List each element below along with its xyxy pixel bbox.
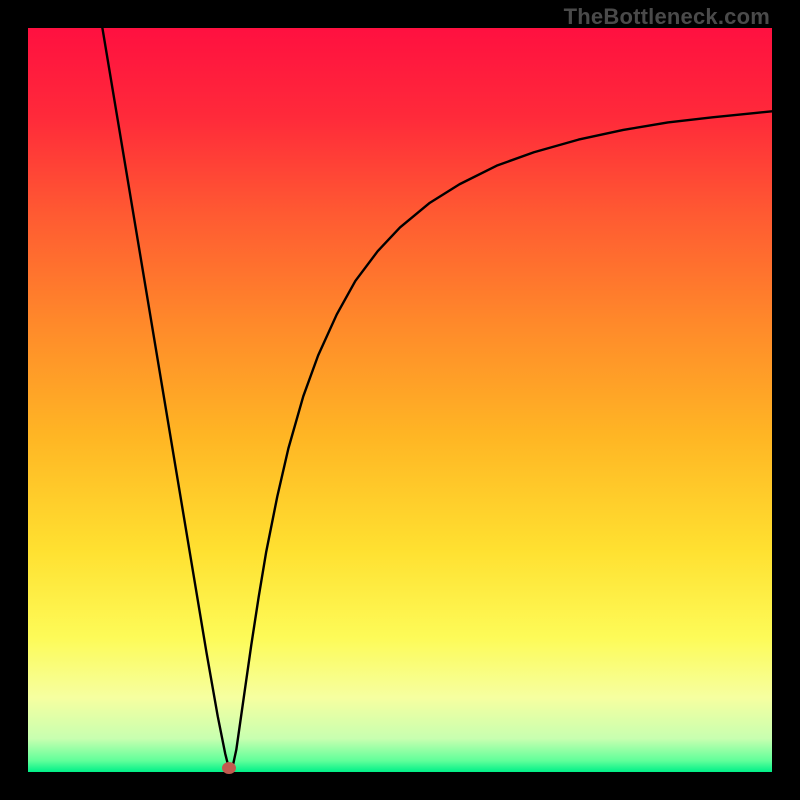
plot-area bbox=[28, 28, 772, 772]
watermark-text: TheBottleneck.com bbox=[564, 4, 770, 30]
chart-frame: TheBottleneck.com bbox=[0, 0, 800, 800]
bottleneck-curve bbox=[28, 28, 772, 772]
min-point-marker bbox=[222, 762, 236, 774]
